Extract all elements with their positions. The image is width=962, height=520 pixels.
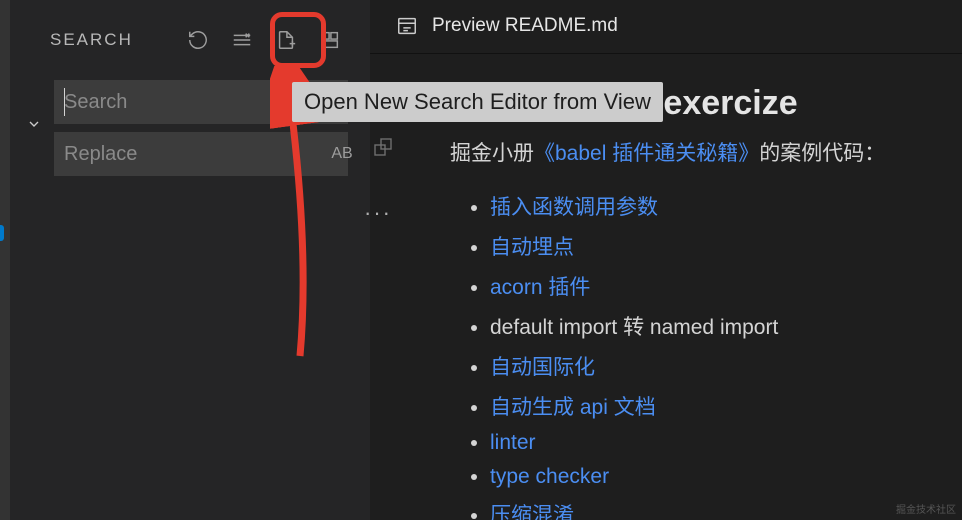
- example-link[interactable]: type checker: [490, 465, 609, 488]
- text-cursor: [64, 88, 65, 116]
- list-item: 自动埋点: [490, 231, 962, 261]
- list-item: default import 转 named import: [490, 311, 962, 341]
- tab-title: Preview README.md: [432, 15, 618, 37]
- editor-tab[interactable]: Preview README.md: [370, 0, 962, 54]
- list-item: 插入函数调用参数: [490, 191, 962, 221]
- new-search-editor-icon[interactable]: [268, 22, 304, 58]
- example-link[interactable]: acorn 插件: [490, 276, 590, 299]
- example-link[interactable]: 自动生成 api 文档: [490, 396, 656, 419]
- clear-search-icon[interactable]: [224, 22, 260, 58]
- example-link[interactable]: 插入函数调用参数: [490, 196, 658, 219]
- preview-icon: [396, 15, 418, 37]
- list-item: acorn 插件: [490, 271, 962, 301]
- sidebar-title: SEARCH: [50, 30, 133, 50]
- activity-bar: [0, 0, 10, 520]
- search-sidebar: SEARCH: [10, 0, 370, 520]
- book-link[interactable]: 《babel 插件通关秘籍》: [534, 142, 759, 165]
- example-link[interactable]: 自动国际化: [490, 356, 595, 379]
- collapse-results-icon[interactable]: [312, 22, 348, 58]
- preview-body: babel-plugin-exercize 掘金小册《babel 插件通关秘籍》…: [370, 54, 962, 520]
- replace-input[interactable]: [64, 143, 329, 166]
- tooltip: Open New Search Editor from View: [292, 82, 663, 122]
- list-item: type checker: [490, 465, 962, 489]
- example-list: 插入函数调用参数自动埋点 acorn 插件 default import 转 nam…: [450, 191, 962, 520]
- list-item: 自动生成 api 文档: [490, 391, 962, 421]
- more-options-icon[interactable]: ···: [364, 200, 392, 226]
- preserve-case-toggle[interactable]: AB: [329, 141, 355, 167]
- active-view-indicator: [0, 225, 4, 241]
- example-link[interactable]: 压缩混淆: [490, 504, 574, 520]
- replace-all-icon[interactable]: [372, 136, 396, 160]
- replace-input-row: AB: [54, 132, 348, 176]
- list-item: linter: [490, 431, 962, 455]
- toggle-replace-chevron-icon[interactable]: [24, 114, 44, 134]
- watermark: 掘金技术社区: [896, 501, 956, 516]
- example-link[interactable]: 自动埋点: [490, 236, 574, 259]
- search-input[interactable]: [64, 91, 329, 114]
- doc-description: 掘金小册《babel 插件通关秘籍》的案例代码：: [450, 137, 962, 167]
- list-item: 自动国际化: [490, 351, 962, 381]
- list-item: 压缩混淆: [490, 499, 962, 520]
- example-link[interactable]: linter: [490, 431, 536, 454]
- editor-area: Preview README.md babel-plugin-exercize …: [370, 0, 962, 520]
- refresh-icon[interactable]: [180, 22, 216, 58]
